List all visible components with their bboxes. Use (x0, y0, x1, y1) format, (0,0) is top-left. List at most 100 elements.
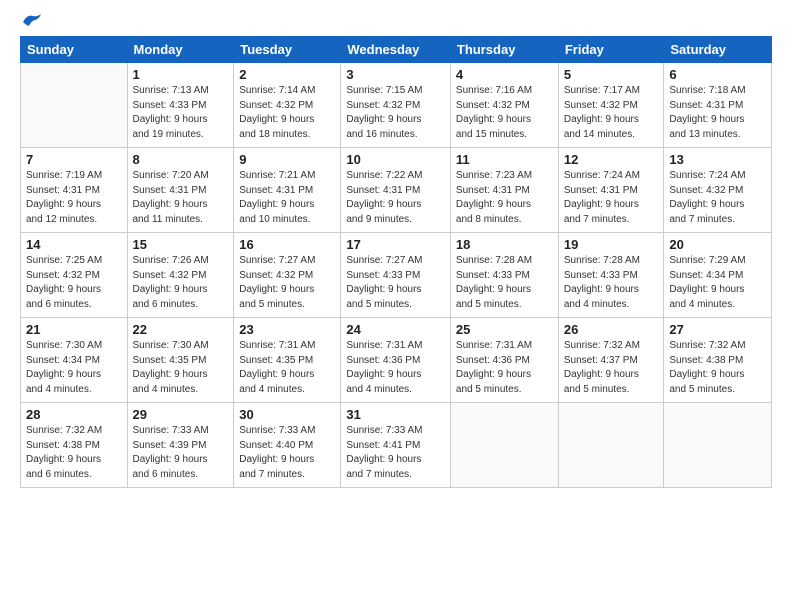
day-number: 4 (456, 67, 553, 82)
day-info: Sunrise: 7:33 AM Sunset: 4:41 PM Dayligh… (346, 424, 445, 482)
day-number: 16 (239, 237, 335, 252)
col-header-thursday: Thursday (450, 37, 558, 63)
calendar-cell (664, 403, 772, 488)
calendar-cell: 27 Sunrise: 7:32 AM Sunset: 4:38 PM Dayli… (664, 318, 772, 403)
day-info: Sunrise: 7:32 AM Sunset: 4:38 PM Dayligh… (26, 424, 122, 482)
col-header-wednesday: Wednesday (341, 37, 451, 63)
day-number: 18 (456, 237, 553, 252)
week-row-1: 1 Sunrise: 7:13 AM Sunset: 4:33 PM Daylig… (21, 63, 772, 148)
day-number: 20 (669, 237, 766, 252)
day-number: 3 (346, 67, 445, 82)
calendar-table: SundayMondayTuesdayWednesdayThursdayFrid… (20, 36, 772, 488)
day-info: Sunrise: 7:20 AM Sunset: 4:31 PM Dayligh… (133, 169, 229, 227)
day-info: Sunrise: 7:26 AM Sunset: 4:32 PM Dayligh… (133, 254, 229, 312)
day-info: Sunrise: 7:13 AM Sunset: 4:33 PM Dayligh… (133, 84, 229, 142)
week-row-5: 28 Sunrise: 7:32 AM Sunset: 4:38 PM Dayli… (21, 403, 772, 488)
day-number: 6 (669, 67, 766, 82)
logo (20, 16, 43, 26)
calendar-cell: 5Sunrise: 7:17 AM Sunset: 4:32 PM Daylig… (558, 63, 664, 148)
calendar-cell: 22 Sunrise: 7:30 AM Sunset: 4:35 PM Dayli… (127, 318, 234, 403)
day-info: Sunrise: 7:18 AM Sunset: 4:31 PM Dayligh… (669, 84, 766, 142)
calendar-cell: 28 Sunrise: 7:32 AM Sunset: 4:38 PM Dayli… (21, 403, 128, 488)
calendar-cell (558, 403, 664, 488)
day-info: Sunrise: 7:24 AM Sunset: 4:32 PM Dayligh… (669, 169, 766, 227)
calendar-cell: 17 Sunrise: 7:27 AM Sunset: 4:33 PM Dayli… (341, 233, 451, 318)
day-number: 2 (239, 67, 335, 82)
calendar-cell: 25 Sunrise: 7:31 AM Sunset: 4:36 PM Dayli… (450, 318, 558, 403)
day-info: Sunrise: 7:21 AM Sunset: 4:31 PM Dayligh… (239, 169, 335, 227)
calendar-cell (21, 63, 128, 148)
day-info: Sunrise: 7:24 AM Sunset: 4:31 PM Dayligh… (564, 169, 659, 227)
calendar-cell: 9 Sunrise: 7:21 AM Sunset: 4:31 PM Daylig… (234, 148, 341, 233)
calendar-cell: 12Sunrise: 7:24 AM Sunset: 4:31 PM Dayli… (558, 148, 664, 233)
day-number: 8 (133, 152, 229, 167)
calendar-cell: 8 Sunrise: 7:20 AM Sunset: 4:31 PM Daylig… (127, 148, 234, 233)
day-info: Sunrise: 7:30 AM Sunset: 4:35 PM Dayligh… (133, 339, 229, 397)
calendar-cell: 18 Sunrise: 7:28 AM Sunset: 4:33 PM Dayli… (450, 233, 558, 318)
day-info: Sunrise: 7:31 AM Sunset: 4:36 PM Dayligh… (456, 339, 553, 397)
calendar-cell: 20Sunrise: 7:29 AM Sunset: 4:34 PM Dayli… (664, 233, 772, 318)
day-number: 25 (456, 322, 553, 337)
week-row-4: 21 Sunrise: 7:30 AM Sunset: 4:34 PM Dayli… (21, 318, 772, 403)
day-number: 30 (239, 407, 335, 422)
day-number: 21 (26, 322, 122, 337)
calendar-cell: 29 Sunrise: 7:33 AM Sunset: 4:39 PM Dayli… (127, 403, 234, 488)
calendar-cell (450, 403, 558, 488)
day-info: Sunrise: 7:19 AM Sunset: 4:31 PM Dayligh… (26, 169, 122, 227)
calendar-cell: 6 Sunrise: 7:18 AM Sunset: 4:31 PM Daylig… (664, 63, 772, 148)
day-number: 13 (669, 152, 766, 167)
day-number: 14 (26, 237, 122, 252)
day-info: Sunrise: 7:22 AM Sunset: 4:31 PM Dayligh… (346, 169, 445, 227)
calendar-cell: 13 Sunrise: 7:24 AM Sunset: 4:32 PM Dayli… (664, 148, 772, 233)
col-header-monday: Monday (127, 37, 234, 63)
day-number: 26 (564, 322, 659, 337)
day-info: Sunrise: 7:27 AM Sunset: 4:33 PM Dayligh… (346, 254, 445, 312)
day-info: Sunrise: 7:14 AM Sunset: 4:32 PM Dayligh… (239, 84, 335, 142)
day-info: Sunrise: 7:31 AM Sunset: 4:36 PM Dayligh… (346, 339, 445, 397)
day-number: 11 (456, 152, 553, 167)
day-info: Sunrise: 7:28 AM Sunset: 4:33 PM Dayligh… (564, 254, 659, 312)
calendar-cell: 31 Sunrise: 7:33 AM Sunset: 4:41 PM Dayli… (341, 403, 451, 488)
calendar-cell: 30 Sunrise: 7:33 AM Sunset: 4:40 PM Dayli… (234, 403, 341, 488)
day-info: Sunrise: 7:32 AM Sunset: 4:38 PM Dayligh… (669, 339, 766, 397)
header-row: SundayMondayTuesdayWednesdayThursdayFrid… (21, 37, 772, 63)
day-info: Sunrise: 7:23 AM Sunset: 4:31 PM Dayligh… (456, 169, 553, 227)
calendar-cell: 24Sunrise: 7:31 AM Sunset: 4:36 PM Dayli… (341, 318, 451, 403)
calendar-cell: 7Sunrise: 7:19 AM Sunset: 4:31 PM Daylig… (21, 148, 128, 233)
day-info: Sunrise: 7:30 AM Sunset: 4:34 PM Dayligh… (26, 339, 122, 397)
day-number: 23 (239, 322, 335, 337)
day-info: Sunrise: 7:27 AM Sunset: 4:32 PM Dayligh… (239, 254, 335, 312)
day-number: 31 (346, 407, 445, 422)
calendar-cell: 10 Sunrise: 7:22 AM Sunset: 4:31 PM Dayli… (341, 148, 451, 233)
day-number: 28 (26, 407, 122, 422)
calendar-cell: 3Sunrise: 7:15 AM Sunset: 4:32 PM Daylig… (341, 63, 451, 148)
col-header-friday: Friday (558, 37, 664, 63)
calendar-cell: 15Sunrise: 7:26 AM Sunset: 4:32 PM Dayli… (127, 233, 234, 318)
calendar-cell: 4 Sunrise: 7:16 AM Sunset: 4:32 PM Daylig… (450, 63, 558, 148)
week-row-3: 14Sunrise: 7:25 AM Sunset: 4:32 PM Dayli… (21, 233, 772, 318)
day-number: 10 (346, 152, 445, 167)
day-number: 5 (564, 67, 659, 82)
day-number: 9 (239, 152, 335, 167)
day-number: 22 (133, 322, 229, 337)
day-number: 1 (133, 67, 229, 82)
calendar-cell: 14Sunrise: 7:25 AM Sunset: 4:32 PM Dayli… (21, 233, 128, 318)
page: SundayMondayTuesdayWednesdayThursdayFrid… (0, 0, 792, 612)
day-number: 17 (346, 237, 445, 252)
day-number: 19 (564, 237, 659, 252)
day-info: Sunrise: 7:33 AM Sunset: 4:40 PM Dayligh… (239, 424, 335, 482)
day-number: 29 (133, 407, 229, 422)
logo-bird-icon (21, 12, 43, 30)
day-info: Sunrise: 7:28 AM Sunset: 4:33 PM Dayligh… (456, 254, 553, 312)
day-info: Sunrise: 7:32 AM Sunset: 4:37 PM Dayligh… (564, 339, 659, 397)
calendar-cell: 26 Sunrise: 7:32 AM Sunset: 4:37 PM Dayli… (558, 318, 664, 403)
day-info: Sunrise: 7:16 AM Sunset: 4:32 PM Dayligh… (456, 84, 553, 142)
day-number: 27 (669, 322, 766, 337)
col-header-tuesday: Tuesday (234, 37, 341, 63)
col-header-sunday: Sunday (21, 37, 128, 63)
calendar-cell: 16 Sunrise: 7:27 AM Sunset: 4:32 PM Dayli… (234, 233, 341, 318)
calendar-cell: 11 Sunrise: 7:23 AM Sunset: 4:31 PM Dayli… (450, 148, 558, 233)
day-info: Sunrise: 7:31 AM Sunset: 4:35 PM Dayligh… (239, 339, 335, 397)
calendar-cell: 1 Sunrise: 7:13 AM Sunset: 4:33 PM Daylig… (127, 63, 234, 148)
day-info: Sunrise: 7:33 AM Sunset: 4:39 PM Dayligh… (133, 424, 229, 482)
